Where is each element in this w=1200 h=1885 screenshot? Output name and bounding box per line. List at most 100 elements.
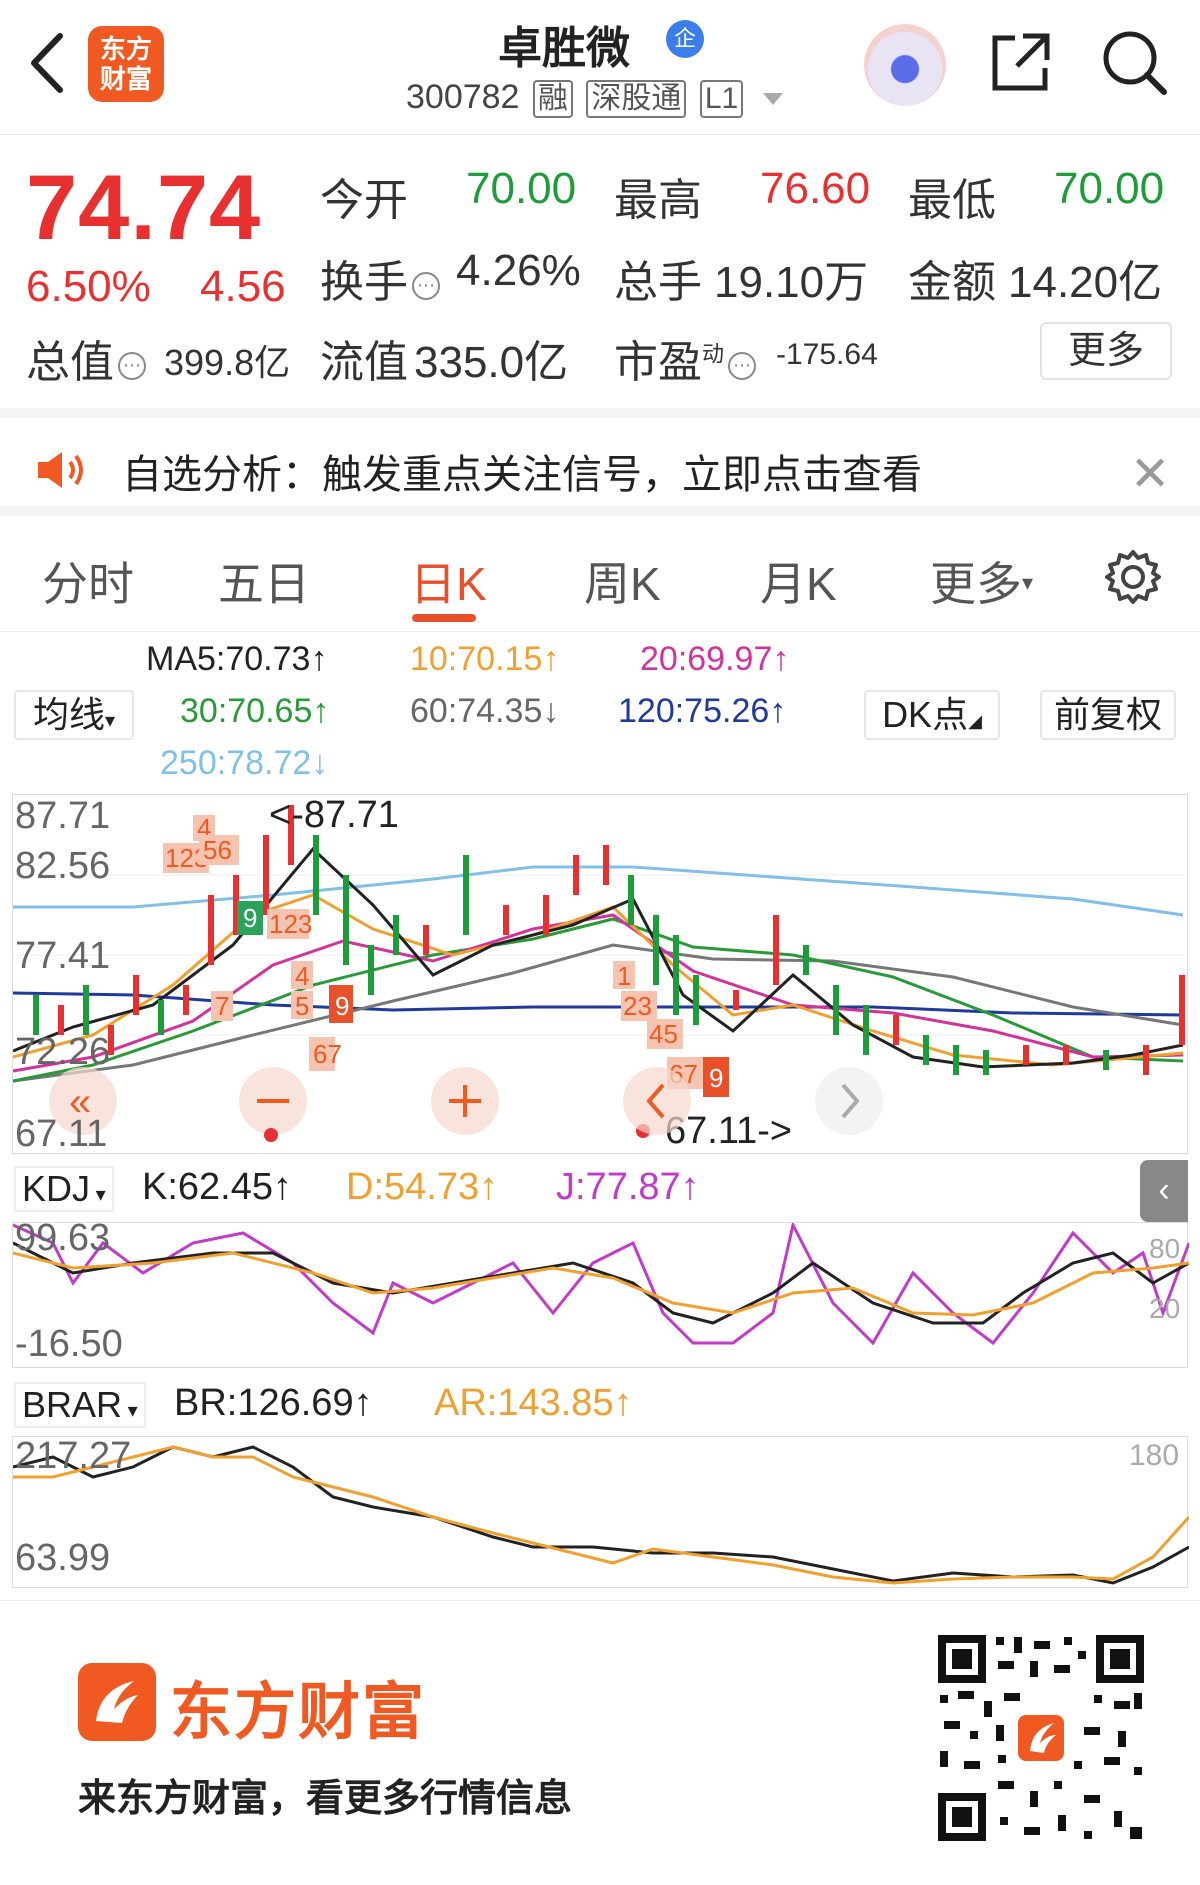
assistant-robot-icon[interactable] (864, 24, 946, 106)
tab-monthly-k[interactable]: 月K (760, 548, 837, 614)
volume-value: 19.10万 (714, 258, 869, 307)
search-icon[interactable] (1098, 26, 1170, 98)
low-value: 70.00 (1054, 164, 1165, 213)
last-price: 74.74 (26, 157, 262, 259)
kdj-ref-80: 80 (1149, 1233, 1181, 1264)
kdj-d: D:54.73↑ (346, 1166, 499, 1208)
y-label-2: 82.56 (15, 845, 111, 887)
max-mark: <-87.71 (269, 795, 399, 836)
mktcap-label: 总值 ⋯ (26, 326, 150, 390)
svg-text:9: 9 (243, 903, 257, 933)
kdj-d-line (12, 1251, 1190, 1317)
qr-code[interactable] (934, 1631, 1148, 1845)
notice-text: 自选分析：触发重点关注信号，立即点击查看 (122, 453, 922, 497)
slogan: 来东方财富，看更多行情信息 (78, 1778, 573, 1820)
kdj-j-line (12, 1220, 1191, 1346)
kdj-k-line (12, 1241, 1190, 1325)
kdj-chart[interactable]: 99.63 -16.50 80 20 (12, 1217, 1191, 1368)
amount-label: 金额 (908, 258, 996, 307)
svg-text:1: 1 (617, 961, 631, 991)
back-icon[interactable] (22, 28, 72, 98)
active-tab-indicator (412, 614, 476, 622)
ma10-legend: 10:70.15↑ (410, 640, 560, 678)
ma30-legend: 30:70.65↑ (180, 692, 330, 730)
tag-connect: 深股通 (586, 80, 687, 118)
svg-text:9: 9 (335, 991, 349, 1021)
turnover-label: 换手 ⋯ (320, 246, 444, 310)
brar-chart[interactable]: 217.27 63.99 180 (12, 1435, 1191, 1588)
brand-logo-icon (78, 1663, 156, 1741)
ma-selector[interactable]: 均线▾ (14, 690, 134, 740)
app-logo[interactable]: 东方 财富 (88, 26, 164, 102)
br-line (12, 1445, 1190, 1585)
quote-panel: 74.74 6.50% 4.56 今开 70.00 最高 76.60 最低 70… (0, 136, 1200, 401)
stock-subtitle[interactable]: 300782 融 深股通 L1 (406, 78, 783, 118)
mktcap-value: 399.8亿 (164, 342, 291, 383)
analysis-notice[interactable]: 自选分析：触发重点关注信号，立即点击查看 ✕ (0, 408, 1200, 516)
ma20-legend: 20:69.97↑ (640, 640, 790, 678)
stock-code: 300782 (406, 78, 520, 116)
tab-daily-k[interactable]: 日K (410, 548, 487, 614)
kdj-k: K:62.45↑ (142, 1166, 292, 1208)
turnover-value: 4.26% (456, 246, 581, 295)
svg-text:67: 67 (313, 1039, 342, 1069)
tab-weekly-k[interactable]: 周K (584, 548, 661, 614)
float-label: 流值 (320, 338, 408, 387)
gear-icon[interactable] (1104, 548, 1162, 606)
svg-text:123: 123 (269, 909, 312, 939)
info-icon: ⋯ (412, 272, 440, 300)
float-value: 335.0亿 (414, 338, 569, 387)
kline-svg: 4 123 56 9 123 4 5 7 9 67 1 23 45 67 9 <… (12, 794, 1189, 1152)
kline-chart[interactable]: 4 123 56 9 123 4 5 7 9 67 1 23 45 67 9 <… (12, 794, 1189, 1155)
period-tabs: 分时 五日 日K 周K 月K 更多▾ (0, 526, 1200, 632)
y-label-3: 77.41 (15, 935, 111, 977)
close-icon[interactable]: ✕ (1130, 446, 1170, 502)
svg-text:4: 4 (295, 961, 309, 991)
svg-text:9: 9 (709, 1063, 723, 1093)
svg-text:5: 5 (295, 991, 309, 1021)
collapse-panel-icon[interactable]: ‹ (1140, 1160, 1188, 1222)
amount-value: 14.20亿 (1008, 258, 1163, 307)
top-bar: 东方 财富 卓胜微 企 300782 融 深股通 L1 (0, 0, 1200, 135)
ma5-legend: MA5:70.73↑ (146, 640, 328, 678)
open-label: 今开 (320, 176, 408, 225)
adjust-button[interactable]: 前复权 (1040, 690, 1176, 740)
stock-name: 卓胜微 (498, 24, 630, 73)
svg-text:45: 45 (649, 1019, 678, 1049)
kdj-selector[interactable]: KDJ ▾ (14, 1166, 114, 1212)
brar-y-top: 217.27 (15, 1435, 132, 1477)
tag-level: L1 (699, 80, 744, 118)
change-percent: 6.50% (26, 262, 151, 311)
kdj-j: J:77.87↑ (556, 1166, 700, 1208)
ma120-legend: 120:75.26↑ (618, 692, 787, 730)
info-icon: ⋯ (728, 352, 757, 380)
chevron-down-icon (762, 93, 783, 106)
low-label: 最低 (908, 176, 996, 225)
certified-badge-icon: 企 (666, 20, 704, 58)
svg-text:7: 7 (215, 991, 229, 1021)
more-quote-button[interactable]: 更多 (1040, 322, 1172, 380)
kdj-ref-20: 20 (1149, 1293, 1181, 1324)
high-value: 76.60 (760, 164, 871, 213)
brar-y-bottom: 63.99 (15, 1537, 111, 1579)
svg-text:23: 23 (623, 991, 652, 1021)
ma250-line (13, 865, 1184, 917)
kdj-y-top: 99.63 (15, 1217, 111, 1259)
tab-more[interactable]: 更多▾ (930, 548, 1033, 614)
tab-intraday[interactable]: 分时 (42, 548, 134, 614)
y-label-4: 72.26 (15, 1031, 111, 1073)
dk-point-button[interactable]: DK点◢ (864, 690, 1000, 740)
tag-margin: 融 (532, 80, 573, 118)
brar-br: BR:126.69↑ (174, 1382, 373, 1424)
ma250-legend: 250:78.72↓ (160, 744, 329, 782)
brar-ref-180: 180 (1129, 1439, 1180, 1472)
pe-value: -175.64 (776, 338, 878, 371)
kdj-svg (12, 1220, 1191, 1346)
brar-selector[interactable]: BRAR ▾ (14, 1382, 146, 1428)
high-label: 最高 (614, 176, 702, 225)
ar-line (13, 1445, 1191, 1585)
pe-label: 市盈动 ⋯ (614, 326, 760, 390)
tab-five-day[interactable]: 五日 (218, 548, 310, 614)
volume-label: 总手 (614, 258, 702, 307)
share-icon[interactable] (985, 26, 1057, 98)
